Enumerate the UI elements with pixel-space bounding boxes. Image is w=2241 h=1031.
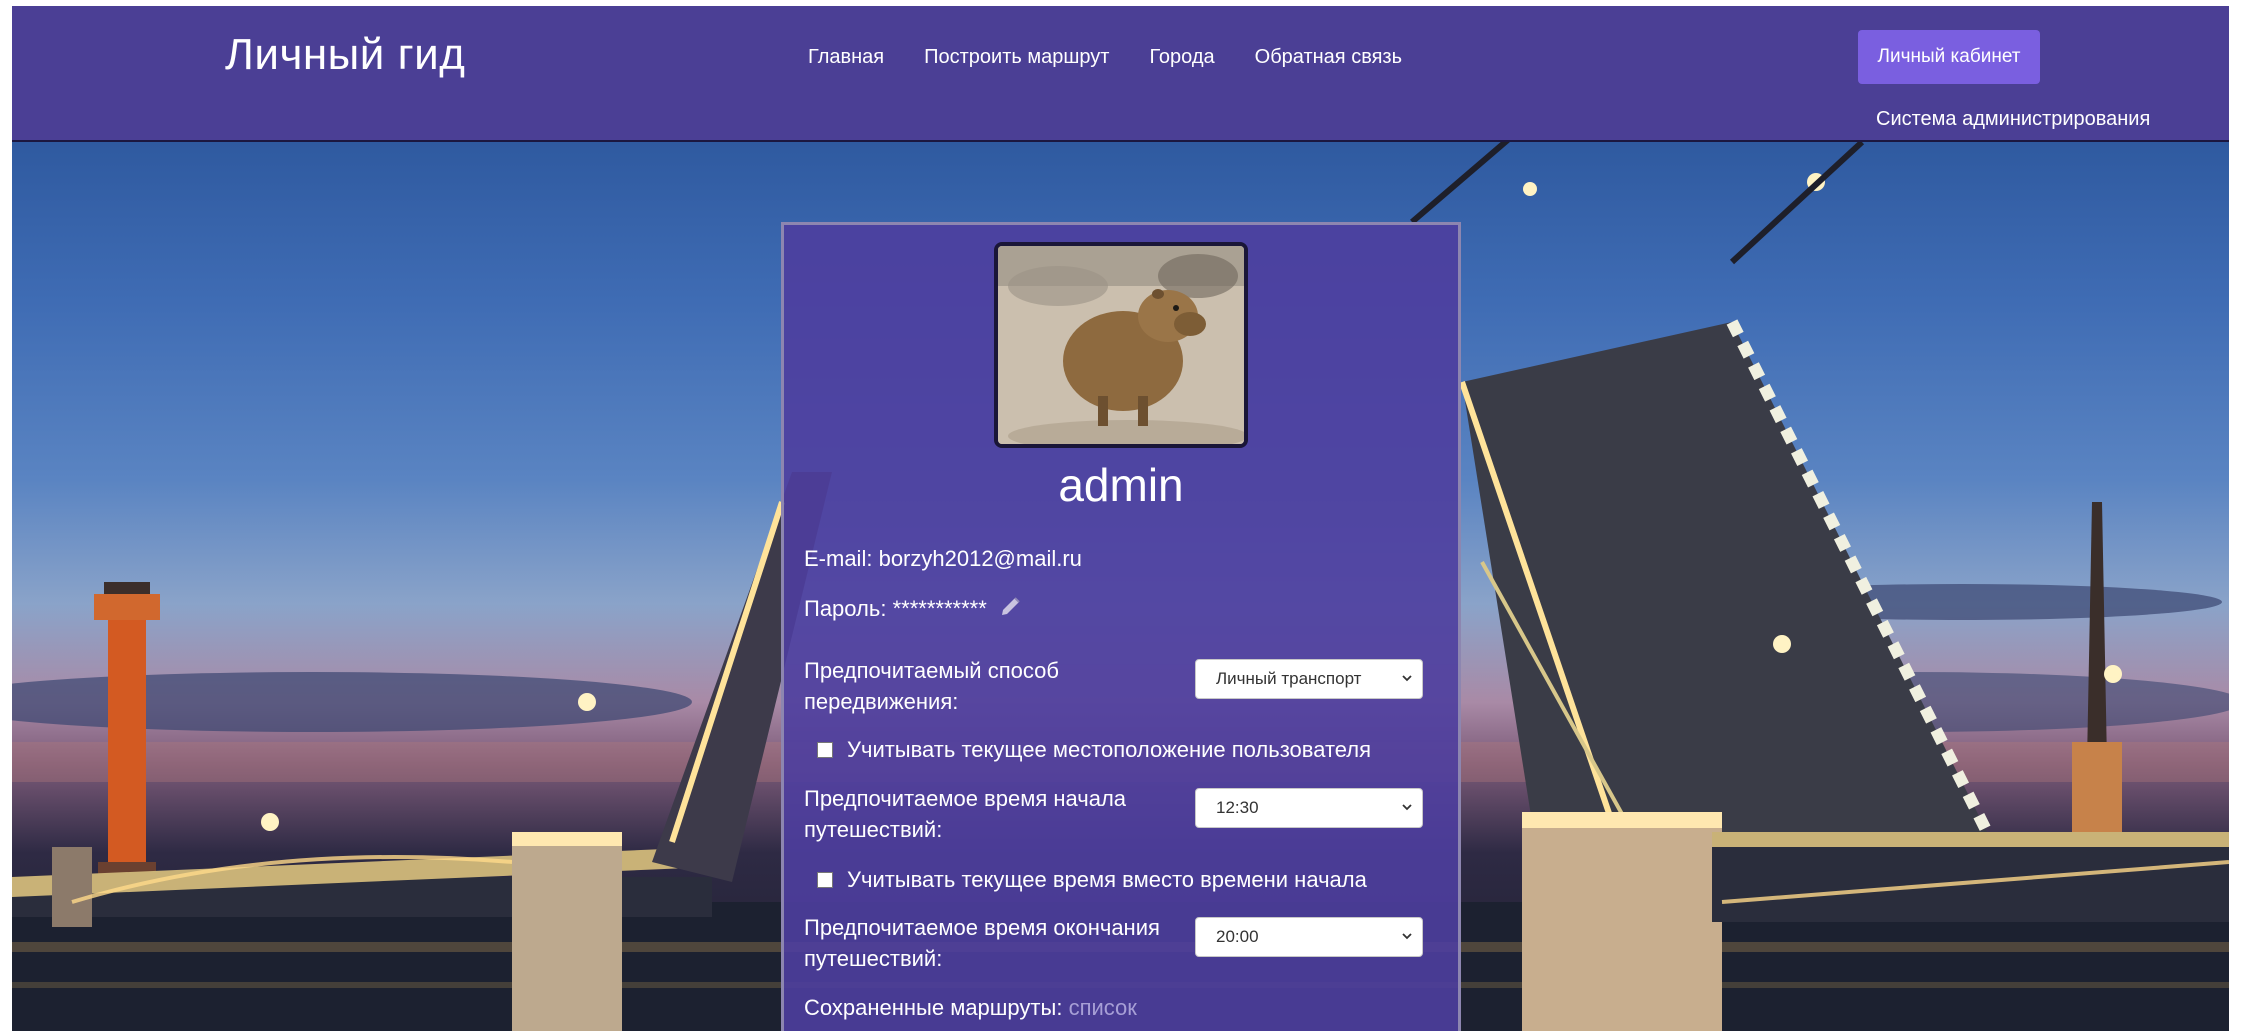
personal-cabinet-button[interactable]: Личный кабинет: [1858, 30, 2040, 84]
brand-logo[interactable]: Личный гид: [225, 30, 465, 80]
profile-username: admin: [1058, 459, 1184, 511]
nav-cities[interactable]: Города: [1149, 46, 1214, 69]
nav-feedback[interactable]: Обратная связь: [1255, 46, 1402, 69]
end-time-select-value: 20:00: [1216, 927, 1259, 946]
saved-routes-row: Сохраненные маршруты: список: [804, 992, 1137, 1023]
capybara-photo: [998, 246, 1244, 444]
start-time-label: Предпочитаемое время начала путешествий:: [804, 786, 1127, 842]
main-nav: Главная Построить маршрут Города Обратна…: [808, 46, 1402, 69]
password-label: Пароль:: [804, 596, 887, 621]
start-time-select-value: 12:30: [1216, 798, 1259, 817]
page: Личный гид Главная Построить маршрут Гор…: [0, 0, 2241, 1031]
email-value: borzyh2012@mail.ru: [878, 546, 1082, 571]
use-current-time-label[interactable]: Учитывать текущее время вместо времени н…: [847, 867, 1367, 893]
chevron-down-icon: [1402, 933, 1412, 940]
use-location-checkbox[interactable]: [817, 742, 833, 758]
use-current-time-checkbox[interactable]: [817, 872, 833, 888]
use-location-row: Учитывать текущее местоположение пользов…: [817, 737, 1371, 763]
transport-label: Предпочитаемый способ передвижения:: [804, 658, 1059, 714]
email-row: E-mail: borzyh2012@mail.ru: [804, 543, 1082, 574]
transport-select[interactable]: Личный транспорт: [1195, 659, 1423, 699]
site-header: Личный гид Главная Построить маршрут Гор…: [12, 6, 2229, 142]
password-value: ***********: [892, 596, 987, 621]
start-time-select[interactable]: 12:30: [1195, 788, 1423, 828]
saved-routes-label: Сохраненные маршруты:: [804, 995, 1063, 1020]
profile-card: admin E-mail: borzyh2012@mail.ru Пароль:…: [781, 222, 1461, 1031]
admin-system-link[interactable]: Система администрирования: [1876, 108, 2150, 131]
transport-select-value: Личный транспорт: [1216, 669, 1362, 688]
nav-home[interactable]: Главная: [808, 46, 884, 69]
nav-build-route[interactable]: Построить маршрут: [924, 46, 1109, 69]
saved-routes-link[interactable]: список: [1069, 995, 1137, 1020]
chevron-down-icon: [1402, 675, 1412, 682]
password-row: Пароль: ***********: [804, 593, 1023, 626]
avatar[interactable]: [994, 242, 1248, 448]
email-label: E-mail:: [804, 546, 873, 571]
end-time-select[interactable]: 20:00: [1195, 917, 1423, 957]
use-location-label[interactable]: Учитывать текущее местоположение пользов…: [847, 737, 1371, 763]
use-current-time-row: Учитывать текущее время вместо времени н…: [817, 867, 1367, 893]
pencil-icon[interactable]: [999, 594, 1023, 626]
chevron-down-icon: [1402, 804, 1412, 811]
end-time-label: Предпочитаемое время окончания путешеств…: [804, 915, 1160, 971]
